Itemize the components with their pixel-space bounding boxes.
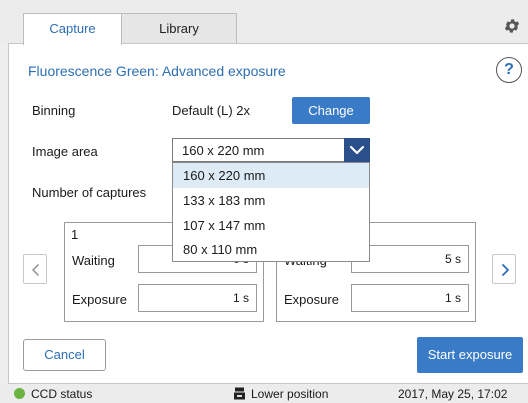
exposure-label: Exposure xyxy=(284,292,339,307)
number-of-captures-label: Number of captures xyxy=(32,185,147,200)
tab-bar: Capture Library xyxy=(0,0,528,45)
exposure-field[interactable]: 1 s xyxy=(351,284,469,312)
exposure-label: Exposure xyxy=(72,292,127,307)
chevron-down-icon[interactable] xyxy=(344,138,370,162)
image-area-option[interactable]: 80 x 110 mm xyxy=(173,237,369,262)
position-status: Lower position xyxy=(251,387,329,401)
waiting-label: Waiting xyxy=(72,253,115,268)
image-area-option[interactable]: 133 x 183 mm xyxy=(173,188,369,213)
tray-icon xyxy=(234,387,245,400)
status-dot xyxy=(14,388,25,399)
chevron-right-icon xyxy=(502,264,509,276)
image-area-selected-value: 160 x 220 mm xyxy=(182,143,265,158)
next-capture-button[interactable] xyxy=(492,254,516,284)
binning-value: Default (L) 2x xyxy=(172,103,251,118)
tab-library[interactable]: Library xyxy=(121,13,237,44)
tab-capture[interactable]: Capture xyxy=(23,13,122,45)
ccd-status-label: CCD status xyxy=(31,387,93,401)
help-icon[interactable]: ? xyxy=(496,57,522,83)
image-area-option[interactable]: 160 x 220 mm xyxy=(173,163,369,188)
image-area-options: 160 x 220 mm 133 x 183 mm 107 x 147 mm 8… xyxy=(172,162,370,262)
exposure-field[interactable]: 1 s xyxy=(138,284,257,312)
image-area-option[interactable]: 107 x 147 mm xyxy=(173,213,369,238)
chevron-left-icon xyxy=(32,264,39,276)
capture-number: 1 xyxy=(71,227,79,242)
status-bar: CCD status Lower position 2017, May 25, … xyxy=(0,384,528,403)
cancel-button[interactable]: Cancel xyxy=(23,339,106,371)
image-area-label: Image area xyxy=(32,144,98,159)
gear-icon[interactable] xyxy=(503,17,521,35)
binning-label: Binning xyxy=(32,103,76,118)
change-binning-button[interactable]: Change xyxy=(292,97,370,124)
image-area-select[interactable]: 160 x 220 mm xyxy=(172,138,370,162)
page-title: Fluorescence Green: Advanced exposure xyxy=(28,63,286,79)
start-exposure-button[interactable]: Start exposure xyxy=(417,337,523,373)
datetime: 2017, May 25, 17:02 xyxy=(398,387,508,401)
previous-capture-button[interactable] xyxy=(23,254,47,284)
